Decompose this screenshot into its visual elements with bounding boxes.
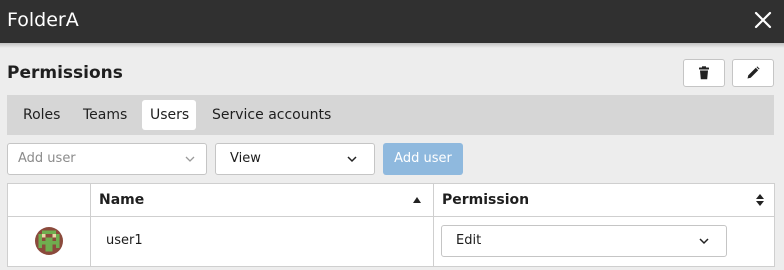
- tab-service-accounts[interactable]: Service accounts: [204, 100, 339, 130]
- column-divider: [90, 184, 91, 266]
- chevron-down-icon: [699, 238, 709, 245]
- column-header-permission[interactable]: Permission: [442, 184, 529, 217]
- pencil-icon: [746, 66, 760, 80]
- dialog-title: FolderA: [7, 9, 79, 31]
- chevron-down-icon: [347, 156, 357, 163]
- close-icon[interactable]: [752, 9, 774, 31]
- column-header-name[interactable]: Name: [99, 184, 144, 217]
- trash-icon: [697, 66, 711, 80]
- tab-teams[interactable]: Teams: [75, 100, 135, 130]
- chevron-down-icon: [185, 156, 195, 162]
- permission-level-value: View: [230, 151, 261, 166]
- sort-up-icon[interactable]: [413, 197, 421, 203]
- sort-both-icon[interactable]: [756, 194, 764, 206]
- titlebar-shadow: [0, 43, 784, 48]
- pixel-avatar-icon: [35, 227, 63, 255]
- row-permission-value: Edit: [456, 233, 482, 248]
- add-user-select[interactable]: Add user: [7, 143, 207, 175]
- permissions-table: Name Permission user1 Edit: [7, 183, 775, 267]
- edit-button[interactable]: [732, 59, 774, 87]
- row-permission-select[interactable]: Edit: [441, 225, 727, 257]
- permission-level-select[interactable]: View: [215, 143, 375, 175]
- delete-button[interactable]: [683, 59, 725, 87]
- page-title: Permissions: [7, 63, 123, 83]
- user-name: user1: [106, 233, 143, 248]
- add-user-button[interactable]: Add user: [383, 143, 463, 175]
- tab-roles[interactable]: Roles: [15, 100, 68, 130]
- dialog-titlebar: FolderA: [0, 0, 784, 43]
- column-divider: [433, 184, 434, 266]
- tab-users[interactable]: Users: [142, 100, 196, 130]
- permission-tabs: Roles Teams Users Service accounts: [7, 95, 774, 135]
- add-user-placeholder: Add user: [18, 151, 76, 166]
